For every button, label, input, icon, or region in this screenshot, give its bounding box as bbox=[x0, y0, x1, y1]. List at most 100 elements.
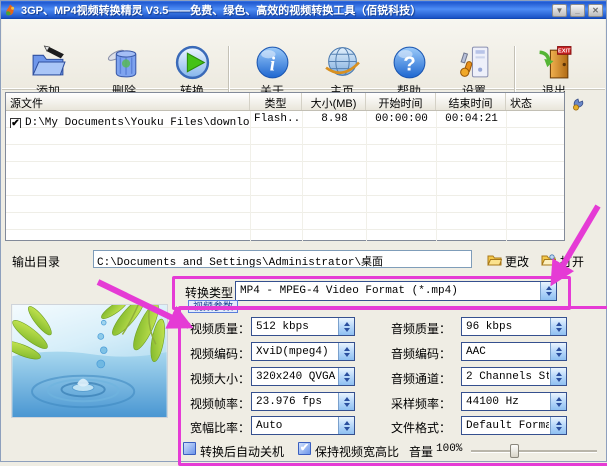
sample-rate-label: 采样频率： bbox=[391, 395, 451, 412]
change-folder-icon[interactable] bbox=[487, 253, 502, 266]
params-group-tab: 视频参数 bbox=[188, 300, 238, 313]
minimize-button[interactable]: _ bbox=[570, 4, 585, 17]
svg-text:?: ? bbox=[403, 53, 416, 76]
convert-type-value: MP4 - MPEG-4 Video Format (*.mp4) bbox=[240, 285, 539, 297]
video-quality-label: 视频质量： bbox=[190, 320, 250, 337]
file-end-time: 00:04:21 bbox=[436, 111, 506, 128]
file-format-combo[interactable]: Default Format bbox=[461, 416, 567, 435]
auto-shutdown-label: 转换后自动关机 bbox=[200, 443, 284, 460]
window-title: 3GP、MP4视频转换精灵 V3.5——免费、绿色、高效的视频转换工具（佰锐科技… bbox=[21, 2, 548, 18]
audio-codec-spinner[interactable] bbox=[550, 343, 566, 360]
delete-icon bbox=[106, 44, 143, 81]
audio-channels-combo[interactable]: 2 Channels Stere bbox=[461, 367, 567, 386]
file-format-spinner[interactable] bbox=[550, 417, 566, 434]
volume-value: 100% bbox=[436, 443, 462, 455]
minimize-to-tray-button[interactable]: ▼ bbox=[552, 4, 567, 17]
app-window: 3GP、MP4视频转换精灵 V3.5——免费、绿色、高效的视频转换工具（佰锐科技… bbox=[0, 0, 607, 462]
file-status bbox=[506, 111, 564, 128]
file-start-time: 00:00:00 bbox=[366, 111, 436, 128]
grid-line bbox=[506, 111, 507, 241]
file-format-label: 文件格式： bbox=[391, 419, 451, 436]
convert-type-label: 转换类型 bbox=[185, 284, 233, 301]
audio-quality-combo[interactable]: 96 kbps bbox=[461, 317, 567, 336]
video-quality-spinner[interactable] bbox=[338, 318, 354, 335]
video-framerate-label: 视频帧率： bbox=[190, 395, 250, 412]
video-framerate-value: 23.976 fps bbox=[256, 396, 337, 408]
convert-type-combo[interactable]: MP4 - MPEG-4 Video Format (*.mp4) bbox=[235, 281, 557, 301]
column-status[interactable]: 状态 bbox=[506, 93, 564, 110]
list-tools-icon bbox=[571, 95, 586, 111]
add-file-icon bbox=[30, 44, 67, 81]
preview-image bbox=[11, 304, 168, 418]
file-size: 8.98 bbox=[302, 111, 366, 128]
aspect-ratio-spinner[interactable] bbox=[338, 417, 354, 434]
svg-text:i: i bbox=[269, 55, 275, 76]
close-button[interactable]: ✕ bbox=[588, 4, 603, 17]
grid-line bbox=[436, 111, 437, 241]
video-size-spinner[interactable] bbox=[338, 368, 354, 385]
open-folder-icon[interactable] bbox=[541, 253, 556, 266]
video-codec-spinner[interactable] bbox=[338, 343, 354, 360]
output-dir-label: 输出目录 bbox=[12, 253, 60, 270]
audio-quality-label: 音频质量： bbox=[391, 320, 451, 337]
audio-channels-spinner[interactable] bbox=[550, 368, 566, 385]
grid-line bbox=[250, 111, 251, 241]
file-list: 源文件 类型 大小(MB) 开始时间 结束时间 状态 ✔ D:\My Docume… bbox=[5, 92, 565, 241]
open-button[interactable]: 打开 bbox=[560, 253, 584, 270]
keep-aspect-checkbox[interactable]: ✔ bbox=[298, 442, 311, 455]
keep-aspect-label: 保持视频宽高比 bbox=[315, 443, 399, 460]
video-framerate-combo[interactable]: 23.976 fps bbox=[251, 392, 355, 411]
toolbar: 添加 删除 转换 bbox=[2, 19, 605, 90]
grid-line bbox=[302, 111, 303, 241]
column-source[interactable]: 源文件 bbox=[6, 93, 250, 110]
sample-rate-combo[interactable]: 44100 Hz bbox=[461, 392, 567, 411]
toolbar-separator bbox=[514, 46, 515, 98]
svg-text:EXIT: EXIT bbox=[557, 49, 570, 55]
aspect-ratio-value: Auto bbox=[256, 420, 337, 432]
audio-codec-value: AAC bbox=[466, 346, 549, 358]
exit-door-icon: EXIT bbox=[536, 44, 573, 81]
file-list-header: 源文件 类型 大小(MB) 开始时间 结束时间 状态 bbox=[6, 93, 564, 111]
audio-codec-label: 音频编码： bbox=[391, 345, 451, 362]
convert-type-spinner[interactable] bbox=[540, 282, 556, 300]
convert-play-icon bbox=[174, 44, 211, 81]
toolbar-separator bbox=[228, 46, 229, 98]
titlebar: 3GP、MP4视频转换精灵 V3.5——免费、绿色、高效的视频转换工具（佰锐科技… bbox=[1, 1, 606, 19]
video-codec-value: XviD(mpeg4) bbox=[256, 346, 337, 358]
video-size-combo[interactable]: 320x240 QVGA bbox=[251, 367, 355, 386]
volume-slider-track[interactable] bbox=[471, 450, 597, 452]
volume-label: 音量 bbox=[409, 443, 433, 460]
sample-rate-spinner[interactable] bbox=[550, 393, 566, 410]
nature-picture bbox=[12, 305, 167, 417]
audio-codec-combo[interactable]: AAC bbox=[461, 342, 567, 361]
video-quality-combo[interactable]: 512 kbps bbox=[251, 317, 355, 336]
video-codec-label: 视频编码： bbox=[190, 345, 250, 362]
video-quality-value: 512 kbps bbox=[256, 321, 337, 333]
output-dir-input[interactable]: C:\Documents and Settings\Administrator\… bbox=[93, 250, 472, 268]
audio-quality-spinner[interactable] bbox=[550, 318, 566, 335]
column-type[interactable]: 类型 bbox=[250, 93, 302, 110]
change-button[interactable]: 更改 bbox=[505, 253, 529, 270]
auto-shutdown-checkbox[interactable] bbox=[183, 442, 196, 455]
aspect-ratio-label: 宽幅比率： bbox=[190, 419, 250, 436]
column-size[interactable]: 大小(MB) bbox=[302, 93, 366, 110]
settings-icon bbox=[456, 44, 493, 81]
sample-rate-value: 44100 Hz bbox=[466, 396, 549, 408]
file-row-checkbox[interactable]: ✔ bbox=[10, 118, 21, 128]
audio-quality-value: 96 kbps bbox=[466, 321, 549, 333]
video-framerate-spinner[interactable] bbox=[338, 393, 354, 410]
video-codec-combo[interactable]: XviD(mpeg4) bbox=[251, 342, 355, 361]
column-end-time[interactable]: 结束时间 bbox=[436, 93, 506, 110]
file-row[interactable]: ✔ D:\My Documents\Youku Files\download\一-… bbox=[6, 111, 564, 128]
file-type: Flash... bbox=[250, 111, 302, 128]
info-icon: i bbox=[254, 44, 291, 81]
grid-line bbox=[366, 111, 367, 241]
video-size-label: 视频大小： bbox=[190, 370, 250, 387]
column-start-time[interactable]: 开始时间 bbox=[366, 93, 436, 110]
volume-slider-thumb[interactable] bbox=[510, 444, 519, 458]
aspect-ratio-combo[interactable]: Auto bbox=[251, 416, 355, 435]
home-globe-icon bbox=[324, 44, 361, 81]
audio-channels-value: 2 Channels Stere bbox=[466, 371, 549, 383]
file-source: D:\My Documents\Youku Files\download\一-.… bbox=[25, 117, 250, 128]
video-size-value: 320x240 QVGA bbox=[256, 371, 337, 383]
